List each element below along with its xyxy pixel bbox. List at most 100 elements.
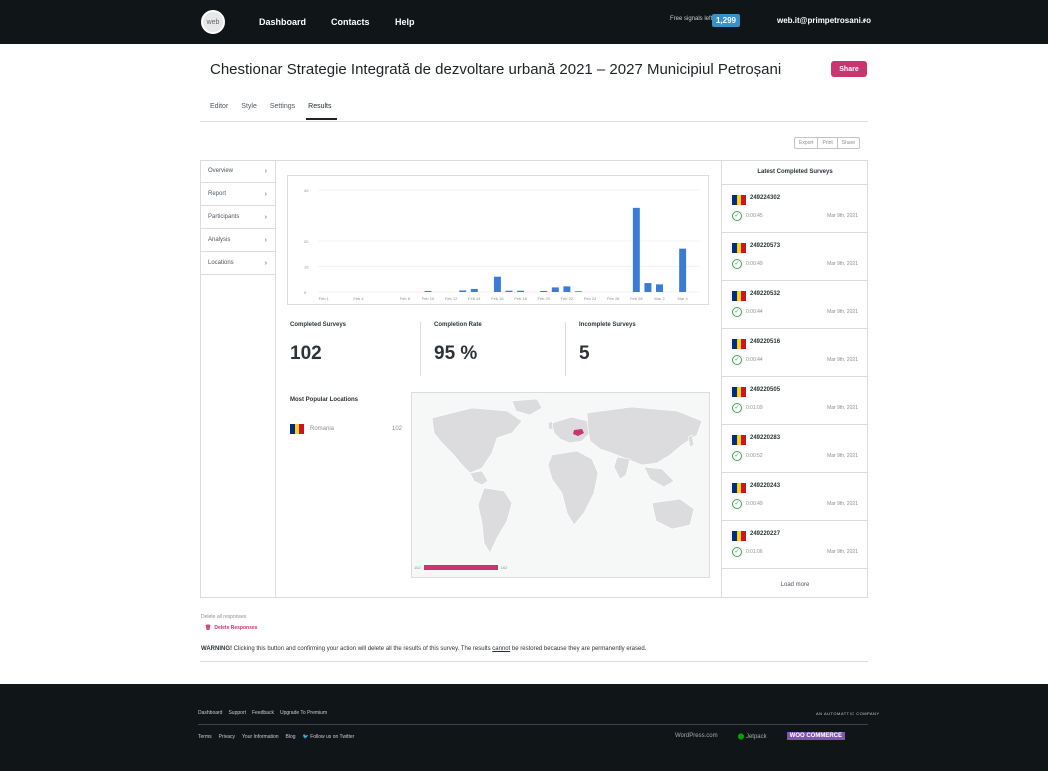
- survey-date: Mar 9th, 2021: [827, 213, 858, 219]
- footer-link-blog[interactable]: Blog: [286, 734, 296, 740]
- survey-date: Mar 9th, 2021: [827, 501, 858, 507]
- nav-dashboard-label: Dashboard: [259, 17, 307, 27]
- results-side-menu: Overview › Report › Participants › Analysis…: [200, 160, 276, 598]
- chart-bar: [517, 290, 525, 292]
- world-map[interactable]: [411, 392, 710, 578]
- y-tick-label: 40: [304, 188, 309, 193]
- x-tick-label: Feb 22: [561, 296, 574, 301]
- survey-id[interactable]: 249220243: [750, 483, 780, 489]
- romania-flag-icon: [732, 483, 747, 493]
- x-tick-label: Feb 10: [422, 296, 435, 301]
- survey-list-item[interactable]: 249220532 ✓ 0:00:44 Mar 9th, 2021: [722, 281, 868, 329]
- stat-value: 5: [579, 343, 590, 364]
- survey-id[interactable]: 249220227: [750, 531, 780, 537]
- load-more-button[interactable]: Load more: [722, 569, 868, 601]
- x-tick-label: Feb 20: [538, 296, 551, 301]
- chevron-down-icon[interactable]: ⌄: [861, 15, 868, 24]
- wordpress-com-logo[interactable]: WordPress.com: [675, 733, 718, 739]
- survey-id[interactable]: 249224302: [750, 195, 780, 201]
- share-button[interactable]: Share: [831, 61, 867, 77]
- y-tick-label: 0: [304, 290, 307, 295]
- survey-list-item[interactable]: 249220573 ✓ 0:00:49 Mar 9th, 2021: [722, 233, 868, 281]
- signals-count-badge[interactable]: 1,299: [712, 14, 740, 27]
- survey-id[interactable]: 249220283: [750, 435, 780, 441]
- chart-bar: [563, 286, 571, 292]
- stat-label: Completed Surveys: [290, 322, 347, 328]
- tab-style[interactable]: Style: [239, 100, 262, 120]
- share-results-button[interactable]: Share: [838, 138, 859, 148]
- survey-id[interactable]: 249220532: [750, 291, 780, 297]
- nav-dashboard[interactable]: Dashboard: [259, 0, 306, 44]
- tab-editor[interactable]: Editor: [208, 100, 233, 120]
- survey-id[interactable]: 249220516: [750, 339, 780, 345]
- footer-link-terms[interactable]: Terms: [198, 734, 212, 740]
- export-button[interactable]: Export: [795, 138, 819, 148]
- europe-shape: [551, 416, 591, 444]
- x-tick-label: Mar 2: [654, 296, 665, 301]
- chart-bar: [540, 290, 548, 292]
- woocommerce-logo[interactable]: WOO COMMERCE: [786, 732, 845, 740]
- stat-value: 102: [290, 343, 322, 364]
- world-map-svg: [431, 398, 703, 554]
- tab-results[interactable]: Results: [306, 100, 337, 120]
- survey-date: Mar 9th, 2021: [827, 549, 858, 555]
- survey-list-item[interactable]: 249220283 ✓ 0:00:52 Mar 9th, 2021: [722, 425, 868, 473]
- sidebar-item-locations[interactable]: Locations ›: [200, 252, 275, 275]
- tab-settings[interactable]: Settings: [268, 100, 300, 120]
- user-account-menu[interactable]: web.it@primpetrosani.ro: [777, 16, 871, 25]
- y-tick-label: 10: [304, 265, 309, 270]
- greenland-shape: [511, 398, 543, 416]
- footer-link-privacy[interactable]: Privacy: [219, 734, 235, 740]
- check-circle-icon: ✓: [732, 355, 742, 365]
- footer-link-upgrade[interactable]: Upgrade To Premium: [280, 710, 327, 716]
- survey-list-item[interactable]: 249220505 ✓ 0:01:09 Mar 9th, 2021: [722, 377, 868, 425]
- survey-list-item[interactable]: 249220227 ✓ 0:01:06 Mar 9th, 2021: [722, 521, 868, 569]
- y-tick-label: 20: [304, 239, 309, 244]
- central-america-shape: [469, 470, 489, 486]
- x-tick-label: Mar 4: [678, 296, 689, 301]
- chevron-right-icon: ›: [264, 167, 267, 175]
- x-tick-label: Feb 12: [445, 296, 458, 301]
- survey-list-item[interactable]: 249220516 ✓ 0:00:44 Mar 9th, 2021: [722, 329, 868, 377]
- chevron-right-icon: ›: [264, 259, 267, 267]
- footer-link-dashboard[interactable]: Dashboard: [198, 710, 222, 716]
- chart-bar: [679, 248, 687, 292]
- sidebar-item-overview[interactable]: Overview ›: [200, 160, 275, 183]
- survey-id[interactable]: 249220573: [750, 243, 780, 249]
- site-logo[interactable]: web: [201, 10, 225, 34]
- sidebar-item-label: Report: [208, 191, 227, 197]
- nav-help-label: Help: [395, 17, 415, 27]
- survey-date: Mar 9th, 2021: [827, 309, 858, 315]
- survey-list-item[interactable]: 249220243 ✓ 0:00:49 Mar 9th, 2021: [722, 473, 868, 521]
- footer-link-support[interactable]: Support: [228, 710, 246, 716]
- chart-bar: [493, 276, 501, 292]
- survey-duration: 0:00:44: [746, 309, 763, 315]
- sidebar-item-analysis[interactable]: Analysis ›: [200, 229, 275, 252]
- print-button[interactable]: Print: [818, 138, 838, 148]
- survey-list-item[interactable]: 249224302 ✓ 0:00:45 Mar 9th, 2021: [722, 185, 868, 233]
- twitter-label: Follow us on Twitter: [310, 734, 355, 740]
- romania-flag-icon: [732, 195, 747, 205]
- jetpack-logo[interactable]: ⬤ Jetpack: [738, 733, 767, 740]
- footer-link-your-information[interactable]: Your Information: [242, 734, 279, 740]
- latest-surveys-panel: Latest Completed Surveys 249224302 ✓ 0:00:…: [721, 160, 868, 598]
- delete-responses-button[interactable]: 🗑 Delete Responses: [205, 625, 257, 631]
- x-tick-label: Feb 1: [319, 296, 330, 301]
- automattic-logo[interactable]: AN AUTOMATTIC COMPANY: [816, 711, 880, 716]
- survey-date: Mar 9th, 2021: [827, 261, 858, 267]
- nav-help[interactable]: Help: [395, 0, 415, 44]
- footer-link-twitter[interactable]: 🐦 Follow us on Twitter: [303, 734, 355, 740]
- footer-primary-links: Dashboard Support Feedback Upgrade To Pr…: [198, 710, 327, 716]
- survey-duration: 0:01:06: [746, 549, 763, 555]
- sidebar-item-report[interactable]: Report ›: [200, 183, 275, 206]
- sidebar-item-participants[interactable]: Participants ›: [200, 206, 275, 229]
- nav-contacts[interactable]: Contacts: [331, 0, 370, 44]
- nav-contacts-label: Contacts: [331, 17, 370, 27]
- survey-id[interactable]: 249220505: [750, 387, 780, 393]
- chevron-right-icon: ›: [264, 190, 267, 198]
- location-country: Romania: [310, 426, 335, 432]
- signals-label: Free signals left: [670, 16, 713, 22]
- x-tick-label: Feb 18: [514, 296, 527, 301]
- stat-label: Incomplete Surveys: [579, 322, 636, 328]
- footer-link-feedback[interactable]: Feedback: [252, 710, 274, 716]
